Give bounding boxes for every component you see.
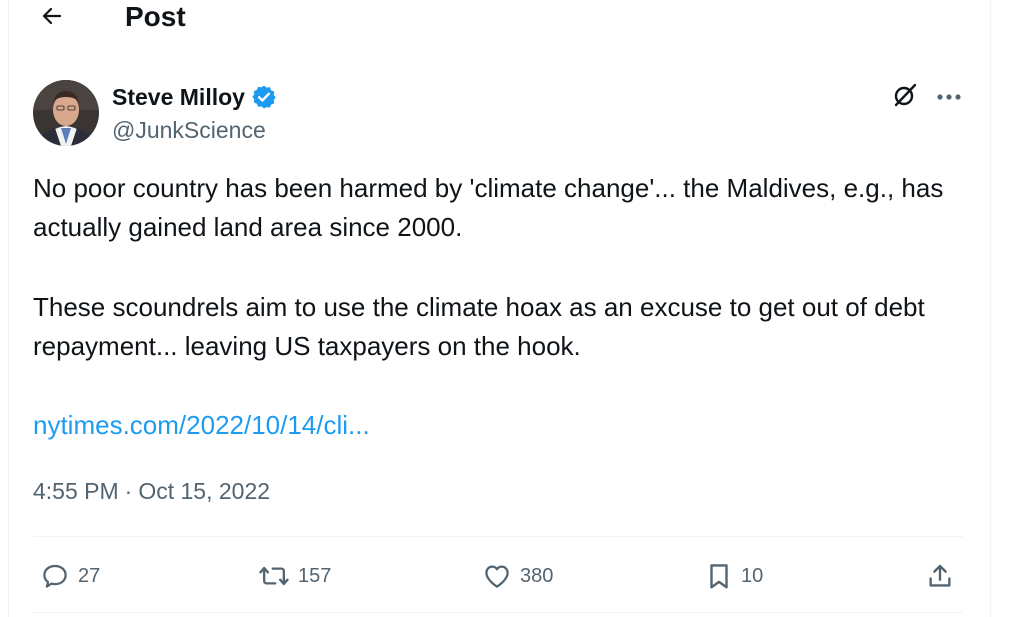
share-icon	[925, 561, 955, 591]
grok-button[interactable]	[890, 82, 920, 112]
divider-bottom	[33, 612, 963, 613]
article-link[interactable]: nytimes.com/2022/10/14/cli...	[33, 406, 370, 445]
heart-icon	[482, 561, 512, 591]
divider-top	[33, 536, 963, 537]
avatar[interactable]	[33, 80, 99, 146]
reply-count: 27	[78, 564, 101, 587]
reply-button[interactable]: 27	[40, 560, 100, 592]
timestamp-separator: ·	[124, 478, 133, 504]
more-icon	[936, 88, 962, 106]
left-border	[8, 0, 9, 617]
tweet-text-paragraph-1: No poor country has been harmed by 'clim…	[33, 173, 944, 242]
post-date: Oct 15, 2022	[138, 478, 271, 504]
back-button[interactable]	[36, 4, 68, 32]
post-time: 4:55 PM	[33, 478, 119, 504]
share-button[interactable]	[925, 560, 955, 592]
post-header: Post	[0, 0, 990, 40]
reply-icon	[40, 561, 70, 591]
bookmark-count: 10	[741, 564, 764, 587]
bookmark-button[interactable]: 10	[705, 560, 763, 592]
like-button[interactable]: 380	[482, 560, 553, 592]
page-title: Post	[125, 1, 186, 32]
verified-badge-icon	[251, 84, 277, 110]
post-timestamp[interactable]: 4:55 PM · Oct 15, 2022	[33, 476, 270, 506]
repost-button[interactable]: 157	[258, 560, 331, 592]
arrow-left-icon	[40, 4, 64, 33]
repost-icon	[258, 561, 290, 591]
author-handle[interactable]: @JunkScience	[112, 115, 266, 145]
grok-icon	[892, 82, 918, 113]
like-count: 380	[520, 564, 554, 587]
right-border	[990, 0, 991, 617]
tweet-text-paragraph-2: These scoundrels aim to use the climate …	[33, 292, 925, 361]
repost-count: 157	[298, 564, 332, 587]
author-name[interactable]: Steve Milloy	[112, 82, 277, 112]
author-name-text: Steve Milloy	[112, 84, 245, 110]
bookmark-icon	[705, 561, 733, 591]
more-button[interactable]	[934, 84, 964, 110]
